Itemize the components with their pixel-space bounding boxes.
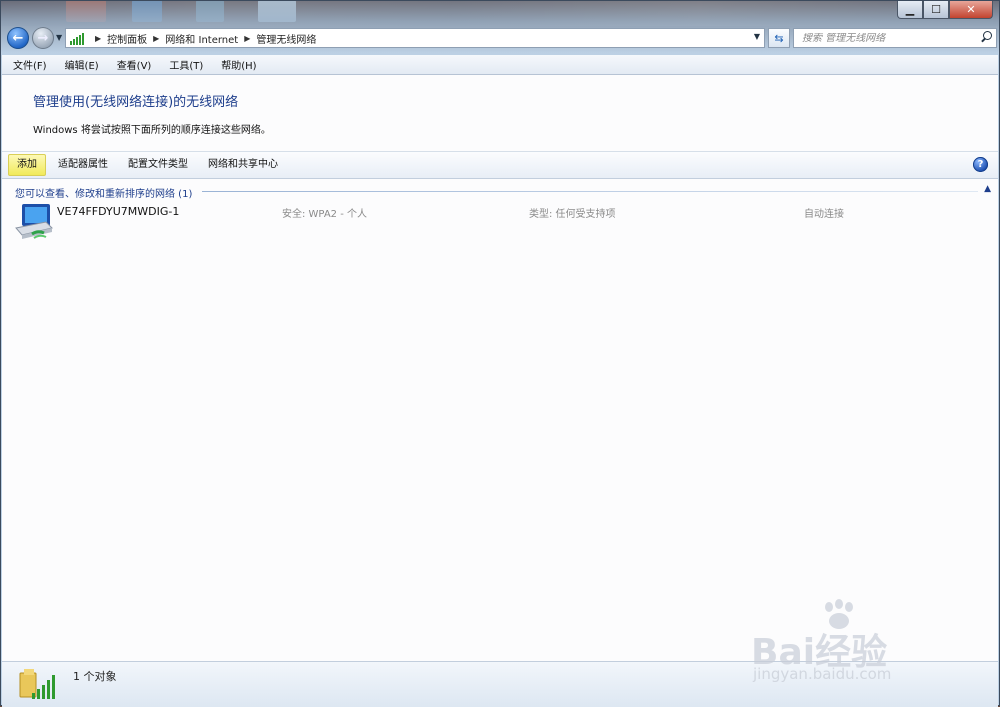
breadcrumb-control-panel[interactable]: 控制面板 [107,31,147,46]
collapse-chevron-icon[interactable]: ▲ [984,184,991,194]
network-sharing-center-button[interactable]: 网络和共享中心 [200,154,286,176]
refresh-button[interactable]: ⇆ [768,28,790,48]
command-bar: 添加 适配器属性 配置文件类型 网络和共享中心 ? [2,151,998,179]
address-bar[interactable]: ▶ 控制面板 ▶ 网络和 Internet ▶ 管理无线网络 ▼ [65,28,765,48]
explorer-window: ▁ ☐ ✕ ← → ▼ ▶ 控制面板 ▶ 网络和 Internet ▶ 管理无线… [0,0,1000,707]
menu-edit[interactable]: 编辑(E) [54,57,106,72]
page-title: 管理使用(无线网络连接)的无线网络 [33,95,239,110]
menu-tools[interactable]: 工具(T) [158,57,210,72]
network-type: 类型: 任何受支持项 [529,209,616,220]
maximize-button[interactable]: ☐ [923,1,949,19]
breadcrumb-network-internet[interactable]: 网络和 Internet [165,31,238,46]
network-name: VE74FFDYU7MWDIG-1 [57,205,180,218]
search-input[interactable] [802,32,972,44]
content-area: 管理使用(无线网络连接)的无线网络 Windows 将尝试按照下面所列的顺序连接… [2,75,998,661]
breadcrumb-chevron-icon[interactable]: ▶ [244,34,250,43]
group-header: 您可以查看、修改和重新排序的网络 (1) [15,189,193,200]
address-dropdown-icon[interactable]: ▼ [754,32,760,41]
close-button[interactable]: ✕ [949,1,993,19]
menu-help[interactable]: 帮助(H) [210,57,263,72]
wireless-network-icon [70,31,86,45]
help-icon[interactable]: ? [973,157,988,172]
status-bar: 1 个对象 [2,661,998,707]
network-security: 安全: WPA2 - 个人 [282,209,367,220]
network-connect-mode: 自动连接 [804,209,844,220]
group-divider [202,191,978,192]
object-count: 1 个对象 [73,670,117,683]
caption-buttons: ▁ ☐ ✕ [897,1,993,19]
menu-bar: 文件(F) 编辑(E) 查看(V) 工具(T) 帮助(H) [2,55,998,75]
page-description: Windows 将尝试按照下面所列的顺序连接这些网络。 [33,125,271,136]
breadcrumb-chevron-icon[interactable]: ▶ [95,34,101,43]
search-icon[interactable] [981,31,992,41]
back-button[interactable]: ← [7,27,29,49]
wireless-computer-icon [15,204,53,239]
network-list-item[interactable]: VE74FFDYU7MWDIG-1 安全: WPA2 - 个人 类型: 任何受支… [10,202,990,246]
adapter-properties-button[interactable]: 适配器属性 [50,154,116,176]
folder-wireless-icon [19,669,55,699]
profile-types-button[interactable]: 配置文件类型 [120,154,196,176]
recent-pages-chevron-icon[interactable]: ▼ [56,33,62,42]
breadcrumb-manage-wireless[interactable]: 管理无线网络 [256,31,316,46]
refresh-icon: ⇆ [774,31,784,45]
search-box[interactable] [793,28,997,48]
navigation-bar: ← → ▼ ▶ 控制面板 ▶ 网络和 Internet ▶ 管理无线网络 ▼ ⇆ [5,25,997,53]
menu-view[interactable]: 查看(V) [106,57,159,72]
minimize-button[interactable]: ▁ [897,1,923,19]
breadcrumb-chevron-icon[interactable]: ▶ [153,34,159,43]
add-button[interactable]: 添加 [8,154,46,176]
forward-button[interactable]: → [32,27,54,49]
menu-file[interactable]: 文件(F) [2,57,54,72]
